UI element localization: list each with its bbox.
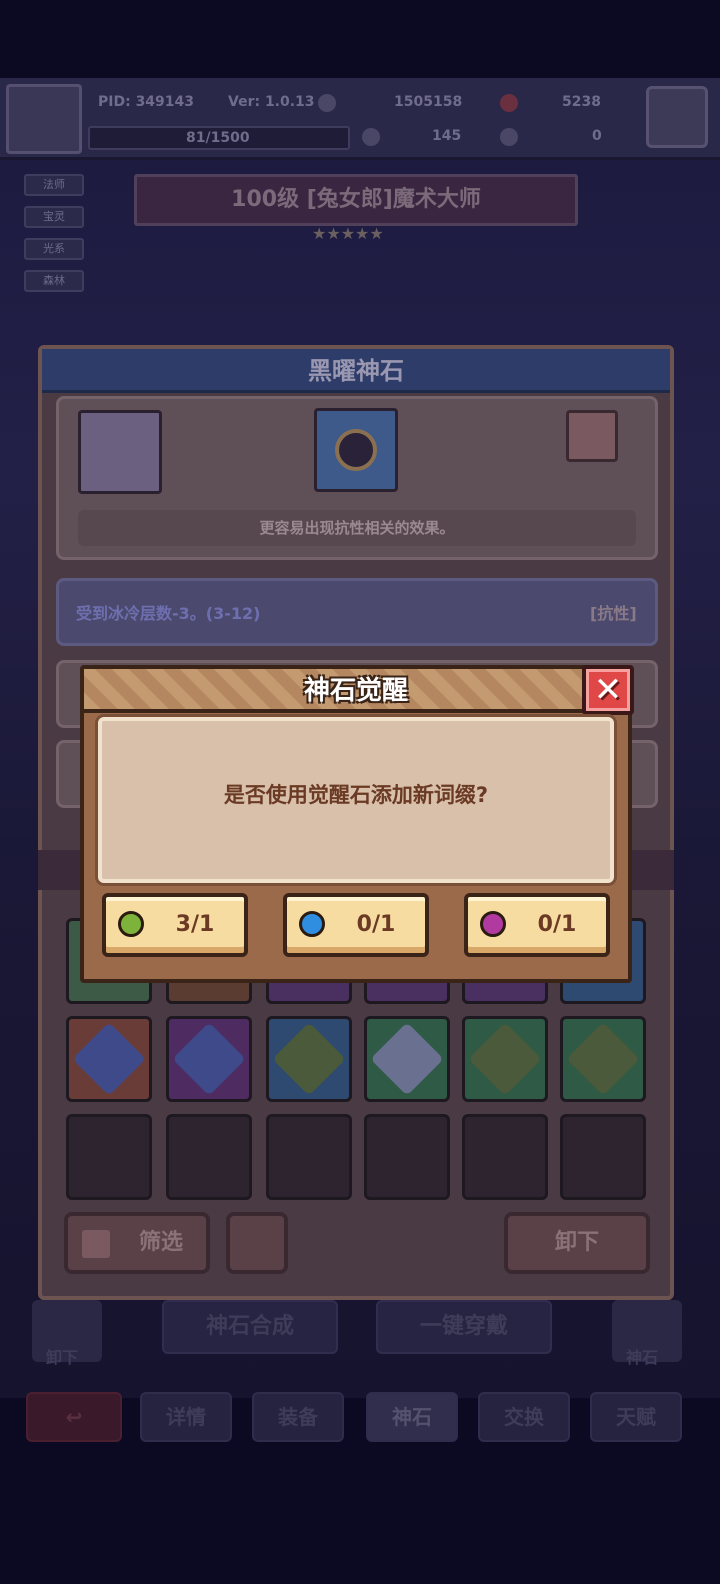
obsidian-gem-icon: [335, 429, 377, 471]
close-button[interactable]: ✕: [582, 665, 634, 715]
purple-stone-count: 0/1: [537, 912, 577, 937]
inventory-empty-cell[interactable]: [266, 1114, 352, 1200]
exp-value: 81/1500: [186, 130, 250, 146]
gem-shortcut-button[interactable]: 神石: [612, 1300, 682, 1367]
green-stone-count: 3/1: [175, 912, 215, 937]
equipped-gem-slot[interactable]: [314, 408, 398, 492]
gem-panel-title: 黑曜神石: [42, 349, 670, 393]
hero-portrait-slot[interactable]: [78, 410, 162, 494]
awaken-dialog-title: 神石觉醒: [303, 676, 408, 706]
tab-gems[interactable]: 神石: [366, 1392, 458, 1442]
gem-icon: [370, 1022, 444, 1096]
affix-description: 受到冰冷层数-3。(3-12): [76, 604, 261, 623]
filter-button[interactable]: 筛选: [64, 1212, 210, 1274]
unequip-button[interactable]: 卸下: [504, 1212, 650, 1274]
tag-class[interactable]: 法师: [24, 174, 84, 196]
affix-tag: [抗性]: [590, 604, 637, 623]
inventory-gem-cell[interactable]: [462, 1016, 548, 1102]
tag-race[interactable]: 宝灵: [24, 206, 84, 228]
lock-icon[interactable]: [566, 410, 618, 462]
refresh-icon[interactable]: [226, 1212, 288, 1274]
awaken-option-blue-button[interactable]: 0/1: [283, 893, 429, 957]
clover-icon: [362, 128, 380, 146]
gold-amount: 1505158: [394, 94, 463, 110]
close-icon: ✕: [593, 670, 623, 710]
blue-stone-count: 0/1: [356, 912, 396, 937]
inventory-gem-cell[interactable]: [66, 1016, 152, 1102]
inventory-empty-cell[interactable]: [560, 1114, 646, 1200]
tab-exchange[interactable]: 交换: [478, 1392, 570, 1442]
gem-synthesis-button[interactable]: 神石合成: [162, 1300, 338, 1354]
hero-title-banner: 100级 [兔女郎]魔术大师: [134, 174, 578, 226]
blue-awaken-stone-icon: [299, 911, 325, 937]
tag-habitat[interactable]: 森林: [24, 270, 84, 292]
gem-amount: 5238: [562, 94, 601, 110]
gem-icon: [272, 1022, 346, 1096]
gem-hint-text: 更容易出现抗性相关的效果。: [78, 510, 636, 546]
inventory-empty-cell[interactable]: [166, 1114, 252, 1200]
player-id: PID: 349143: [98, 94, 195, 110]
tab-details[interactable]: 详情: [140, 1392, 232, 1442]
ticket-amount: 0: [592, 128, 602, 144]
inventory-gem-cell[interactable]: [560, 1016, 646, 1102]
inventory-empty-cell[interactable]: [462, 1114, 548, 1200]
hero-stars: ★★★★★: [312, 224, 384, 243]
version-label: Ver: 1.0.13: [228, 94, 315, 110]
unequip-all-label: 卸下: [46, 1348, 79, 1367]
back-button[interactable]: ↩: [26, 1392, 122, 1442]
gem-icon: [500, 94, 518, 112]
gem-icon: [172, 1022, 246, 1096]
grid-icon: [82, 1230, 110, 1258]
unequip-all-button[interactable]: 卸下: [32, 1300, 102, 1367]
player-avatar[interactable]: [6, 84, 82, 154]
inventory-gem-cell[interactable]: [364, 1016, 450, 1102]
inventory-gem-cell[interactable]: [166, 1016, 252, 1102]
coin-icon: [318, 94, 336, 112]
gem-icon: [468, 1022, 542, 1096]
inventory-empty-cell[interactable]: [66, 1114, 152, 1200]
filter-label: 筛选: [138, 1230, 183, 1255]
equip-all-button[interactable]: 一键穿戴: [376, 1300, 552, 1354]
purple-awaken-stone-icon: [480, 911, 506, 937]
tag-element[interactable]: 光系: [24, 238, 84, 260]
gem-shortcut-label: 神石: [626, 1348, 659, 1367]
clover-amount: 145: [432, 128, 462, 144]
inventory-empty-cell[interactable]: [364, 1114, 450, 1200]
music-icon: [500, 128, 518, 146]
inventory-gem-cell[interactable]: [266, 1016, 352, 1102]
gem-icon: [72, 1022, 146, 1096]
green-awaken-stone-icon: [118, 911, 144, 937]
tab-equipment[interactable]: 装备: [252, 1392, 344, 1442]
gem-icon: [566, 1022, 640, 1096]
awaken-option-purple-button[interactable]: 0/1: [464, 893, 610, 957]
settings-gear-icon[interactable]: [646, 86, 708, 148]
awaken-prompt-message: 是否使用觉醒石添加新词缀?: [223, 783, 489, 807]
tab-talent[interactable]: 天赋: [590, 1392, 682, 1442]
awaken-option-green-button[interactable]: 3/1: [102, 893, 248, 957]
